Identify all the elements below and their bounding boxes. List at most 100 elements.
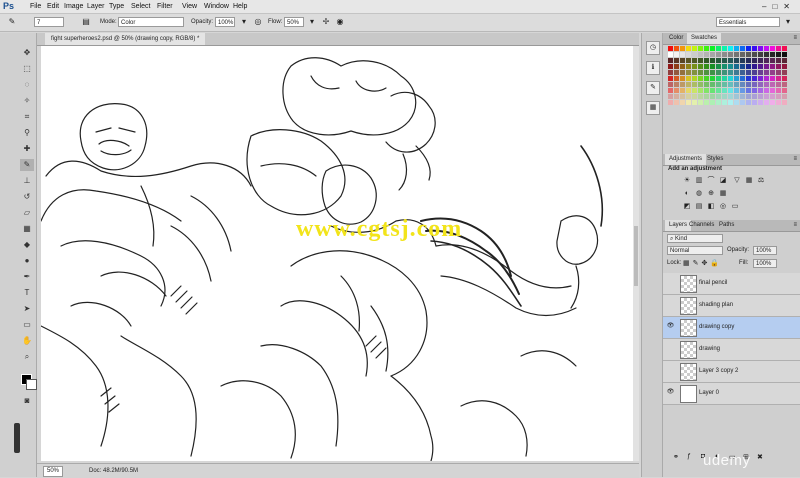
canvas[interactable]: www.cgtsj.com [41,46,633,461]
swatch[interactable] [758,82,763,87]
swatch[interactable] [668,82,673,87]
swatch[interactable] [734,46,739,51]
swatch[interactable] [770,70,775,75]
swatch[interactable] [722,64,727,69]
swatch[interactable] [686,76,691,81]
swatch[interactable] [734,64,739,69]
swatch[interactable] [710,94,715,99]
swatch[interactable] [680,64,685,69]
visibility-eye-icon[interactable] [666,366,675,375]
swatch[interactable] [692,52,697,57]
fx-icon[interactable]: ƒ [687,453,691,460]
mode-select[interactable]: Color [118,17,184,27]
swatch[interactable] [716,88,721,93]
curves-icon[interactable]: ⌒ [707,177,715,185]
swatch[interactable] [674,94,679,99]
swatch[interactable] [686,100,691,105]
swatch[interactable] [704,94,709,99]
swatch[interactable] [740,94,745,99]
swatch[interactable] [686,58,691,63]
window-controls[interactable]: –□✕ [762,0,796,13]
swatch[interactable] [764,58,769,63]
swatch[interactable] [716,82,721,87]
swatch[interactable] [674,64,679,69]
exposure-icon[interactable]: ◪ [719,177,727,185]
swatch[interactable] [692,58,697,63]
swatch[interactable] [722,58,727,63]
swatch[interactable] [770,76,775,81]
swatch[interactable] [734,58,739,63]
layer-row[interactable]: 👁 drawing copy [663,317,800,339]
swatch[interactable] [674,70,679,75]
tab-swatches[interactable]: Swatches [687,33,722,44]
swatch[interactable] [704,76,709,81]
zoom-level-input[interactable]: 50% [43,466,63,477]
menu-window[interactable]: Window [204,0,229,13]
swatch[interactable] [692,82,697,87]
layer-row[interactable]: final pencil [663,273,800,295]
swatch[interactable] [752,64,757,69]
swatch[interactable] [782,76,787,81]
swatch[interactable] [710,100,715,105]
swatch[interactable] [692,46,697,51]
swatch[interactable] [698,46,703,51]
swatch[interactable] [686,70,691,75]
pressure-size-icon[interactable]: ◉ [334,16,346,28]
eraser-tool-icon[interactable]: ▱ [20,207,34,219]
lock-icons[interactable]: ▦✎✥🔒 [683,259,722,267]
swatch[interactable] [698,52,703,57]
swatch[interactable] [752,52,757,57]
swatch[interactable] [722,94,727,99]
tab-channels[interactable]: Channels [685,220,718,231]
layer-row[interactable]: drawing [663,339,800,361]
swatch[interactable] [740,76,745,81]
swatch[interactable] [764,64,769,69]
swatch[interactable] [752,94,757,99]
swatch[interactable] [668,76,673,81]
swatch[interactable] [734,100,739,105]
swatch[interactable] [716,58,721,63]
swatch[interactable] [692,88,697,93]
panel-menu-icon[interactable]: ≡ [793,220,797,231]
swatch[interactable] [674,82,679,87]
swatch[interactable] [692,70,697,75]
swatch[interactable] [686,52,691,57]
swatch[interactable] [698,70,703,75]
swatch[interactable] [680,70,685,75]
path-select-tool-icon[interactable]: ➤ [20,303,34,315]
swatch[interactable] [686,82,691,87]
swatch[interactable] [776,52,781,57]
swatch[interactable] [698,100,703,105]
swatch[interactable] [692,76,697,81]
marquee-tool-icon[interactable]: ⬚ [20,63,34,75]
swatch[interactable] [758,46,763,51]
swatch[interactable] [686,64,691,69]
swatch[interactable] [728,82,733,87]
swatch[interactable] [728,94,733,99]
visibility-eye-icon[interactable] [666,300,675,309]
swatch[interactable] [782,100,787,105]
swatch[interactable] [734,88,739,93]
brush-panel-icon[interactable]: ✎ [646,81,660,95]
swatch[interactable] [758,58,763,63]
swatch[interactable] [668,46,673,51]
background-color-swatch[interactable] [26,379,37,390]
menu-type[interactable]: Type [109,0,124,13]
swatch[interactable] [734,52,739,57]
swatch[interactable] [710,64,715,69]
fill-input[interactable]: 100% [753,259,777,268]
swatch[interactable] [746,58,751,63]
shape-tool-icon[interactable]: ▭ [20,319,34,331]
brush-panel-icon[interactable]: ▤ [80,16,92,28]
swatch[interactable] [668,88,673,93]
swatch[interactable] [776,76,781,81]
swatch[interactable] [668,70,673,75]
visibility-eye-icon[interactable] [666,344,675,353]
swatch[interactable] [716,70,721,75]
stamp-tool-icon[interactable]: ⊥ [20,175,34,187]
selective-color-icon[interactable]: ◎ [719,203,727,211]
swatch[interactable] [764,94,769,99]
black-white-icon[interactable]: ◐ [683,190,691,198]
hand-tool-icon[interactable]: ✋ [20,335,34,347]
swatch[interactable] [710,52,715,57]
